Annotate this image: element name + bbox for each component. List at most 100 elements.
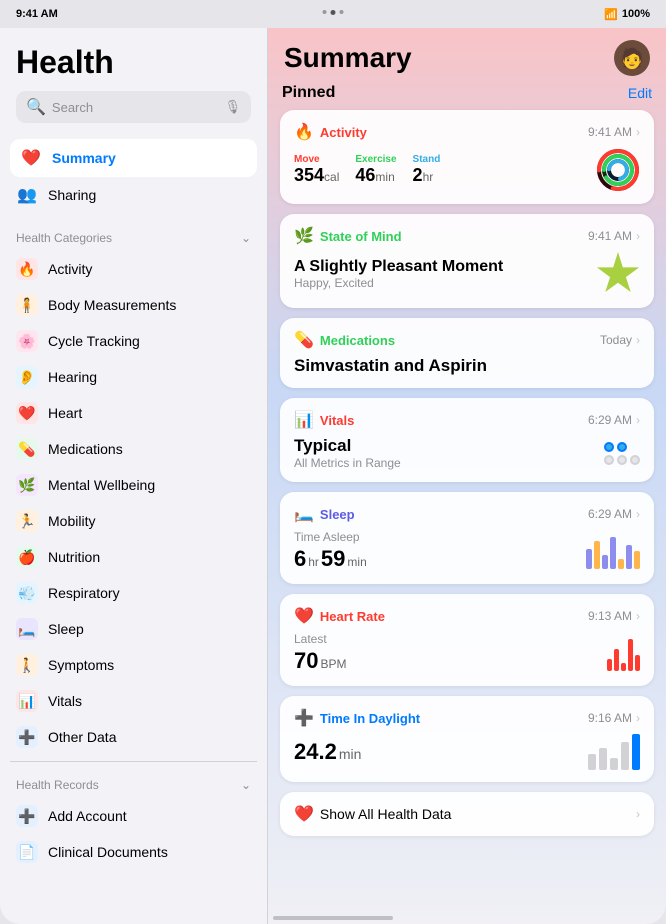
mic-icon[interactable]: 🎙 — [224, 99, 241, 115]
vitals-text: Typical All Metrics in Range — [294, 436, 401, 470]
wifi-icon: 📶 — [604, 8, 618, 21]
vdot-2 — [617, 442, 627, 452]
sidebar-item-activity[interactable]: 🔥 Activity — [10, 251, 257, 287]
sleep-content: Time Asleep 6 hr 59 min — [294, 530, 640, 572]
sleep-icon: 🛏️ — [16, 618, 38, 640]
sidebar-item-respiratory[interactable]: 💨 Respiratory — [10, 575, 257, 611]
sleep-text: Time Asleep 6 hr 59 min — [294, 530, 367, 572]
show-all-icon: ❤️ — [294, 804, 314, 824]
summary-icon: ❤️ — [20, 147, 42, 169]
sleep-min-label: min — [347, 555, 366, 569]
meds-value: Simvastatin and Aspirin — [294, 356, 640, 376]
search-icon: 🔍 — [26, 97, 46, 117]
daylight-card-icon: ➕ — [294, 708, 314, 728]
daylight-card[interactable]: ➕ Time In Daylight 9:16 AM › 24.2 min — [280, 696, 654, 782]
sleep-card-time: 6:29 AM — [588, 507, 632, 521]
activity-title-row: 🔥 Activity — [294, 122, 367, 142]
vitals-card[interactable]: 📊 Vitals 6:29 AM › Typical All Metrics i… — [280, 398, 654, 482]
health-categories-chevron[interactable]: ⌄ — [241, 231, 251, 245]
exercise-label: Exercise — [355, 154, 396, 165]
sidebar-item-add-account[interactable]: ➕ Add Account — [10, 798, 257, 834]
exercise-value: 46min — [355, 165, 396, 186]
activity-card-header: 🔥 Activity 9:41 AM › — [294, 122, 640, 142]
vitals-content: Typical All Metrics in Range — [294, 436, 640, 470]
sidebar-item-hearing[interactable]: 👂 Hearing — [10, 359, 257, 395]
activity-ring — [596, 148, 640, 192]
sidebar-item-nutrition[interactable]: 🍎 Nutrition — [10, 539, 257, 575]
search-bar[interactable]: 🔍 Search 🎙 — [16, 91, 251, 123]
cards-scroll[interactable]: Pinned Edit 🔥 Activity 9:41 AM › — [268, 84, 666, 924]
sidebar-nav: ❤️ Summary 👥 Sharing — [0, 131, 267, 221]
sidebar-item-heart[interactable]: ❤️ Heart — [10, 395, 257, 431]
mobility-icon: 🏃 — [16, 510, 38, 532]
sidebar: Health 🔍 Search 🎙 ❤️ Summary 👥 Sharing H… — [0, 28, 268, 924]
activity-card-time: 9:41 AM — [588, 125, 632, 139]
sidebar-item-symptoms[interactable]: 🚶 Symptoms — [10, 647, 257, 683]
sidebar-item-other-data[interactable]: ➕ Other Data — [10, 719, 257, 755]
daylight-content: 24.2 min — [294, 734, 640, 770]
nutrition-icon: 🍎 — [16, 546, 38, 568]
avatar[interactable]: 🧑 — [614, 40, 650, 76]
activity-label: Activity — [48, 261, 92, 277]
medications-icon: 💊 — [16, 438, 38, 460]
edit-button[interactable]: Edit — [628, 85, 652, 101]
search-placeholder: Search — [52, 100, 219, 115]
respiratory-label: Respiratory — [48, 585, 120, 601]
meds-card-title: Medications — [320, 333, 395, 348]
sleep-hours: 6 — [294, 546, 306, 572]
nutrition-label: Nutrition — [48, 549, 100, 565]
vitals-icon: 📊 — [16, 690, 38, 712]
meds-card-header: 💊 Medications Today › — [294, 330, 640, 350]
medications-card[interactable]: 💊 Medications Today › Simvastatin and As… — [280, 318, 654, 388]
vdot-1 — [604, 442, 614, 452]
sleep-sublabel: Time Asleep — [294, 530, 367, 544]
daylight-chart — [588, 734, 640, 770]
som-card-time: 9:41 AM — [588, 229, 632, 243]
nav-label-summary: Summary — [52, 150, 116, 166]
cycle-tracking-icon: 🌸 — [16, 330, 38, 352]
vitals-headline: Typical — [294, 436, 401, 456]
hr-bar-3 — [621, 663, 626, 671]
sidebar-item-mental-wellbeing[interactable]: 🌿 Mental Wellbeing — [10, 467, 257, 503]
daylight-bar-3 — [610, 758, 618, 770]
sleep-bar-6 — [626, 545, 632, 569]
vitals-dots-row2 — [604, 455, 640, 465]
sidebar-item-sleep[interactable]: 🛏️ Sleep — [10, 611, 257, 647]
hr-value-row: 70 BPM — [294, 648, 347, 674]
activity-card-icon: 🔥 — [294, 122, 314, 142]
metrics-group: Move 354cal Exercise 46min S — [294, 154, 440, 186]
heart-rate-card[interactable]: ❤️ Heart Rate 9:13 AM › Latest 70 BPM — [280, 594, 654, 686]
home-indicator — [273, 916, 393, 920]
hr-bar-5 — [635, 655, 640, 671]
daylight-card-title: Time In Daylight — [320, 711, 420, 726]
nav-label-sharing: Sharing — [48, 187, 96, 203]
daylight-card-header: ➕ Time In Daylight 9:16 AM › — [294, 708, 640, 728]
activity-card[interactable]: 🔥 Activity 9:41 AM › Move 354cal — [280, 110, 654, 204]
sidebar-item-mobility[interactable]: 🏃 Mobility — [10, 503, 257, 539]
show-all-title-row: ❤️ Show All Health Data — [294, 804, 451, 824]
som-card-chevron: › — [636, 229, 640, 243]
hr-sublabel: Latest — [294, 632, 347, 646]
sidebar-item-vitals[interactable]: 📊 Vitals — [10, 683, 257, 719]
pinned-section-row: Pinned Edit — [280, 84, 654, 102]
show-all-card[interactable]: ❤️ Show All Health Data › — [280, 792, 654, 836]
health-records-chevron[interactable]: ⌄ — [241, 778, 251, 792]
sidebar-item-cycle-tracking[interactable]: 🌸 Cycle Tracking — [10, 323, 257, 359]
hearing-label: Hearing — [48, 369, 97, 385]
sidebar-scroll[interactable]: Health Categories ⌄ 🔥 Activity 🧍 Body Me… — [0, 221, 267, 924]
vitals-card-title: Vitals — [320, 413, 354, 428]
daylight-title-row: ➕ Time In Daylight — [294, 708, 420, 728]
sleep-title-row: 🛏️ Sleep — [294, 504, 355, 524]
nav-item-summary[interactable]: ❤️ Summary — [10, 139, 257, 177]
sidebar-item-clinical-documents[interactable]: 📄 Clinical Documents — [10, 834, 257, 870]
sidebar-item-body-measurements[interactable]: 🧍 Body Measurements — [10, 287, 257, 323]
vitals-dots-row1 — [604, 442, 640, 452]
hr-card-icon: ❤️ — [294, 606, 314, 626]
sidebar-item-medications[interactable]: 💊 Medications — [10, 431, 257, 467]
nav-item-sharing[interactable]: 👥 Sharing — [10, 177, 257, 213]
health-records-title: Health Records — [16, 778, 99, 792]
sleep-card[interactable]: 🛏️ Sleep 6:29 AM › Time Asleep 6 hr — [280, 492, 654, 584]
state-of-mind-card[interactable]: 🌿 State of Mind 9:41 AM › A Slightly Ple… — [280, 214, 654, 308]
sleep-bar-3 — [602, 555, 608, 569]
daylight-unit: min — [339, 746, 362, 762]
